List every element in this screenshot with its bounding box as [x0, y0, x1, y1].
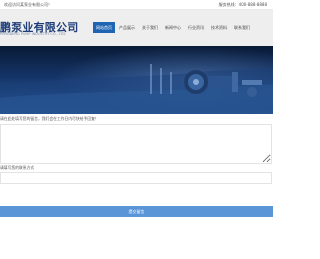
site-header: 鹏泵业有限公司 PENGBENG PUMP INDUSTRY CO., LTD.… [0, 10, 273, 46]
nav-item-products[interactable]: 产品展示 [116, 22, 138, 33]
top-bar: 欢迎访问某泵业有限公司！ 服务热线：400-888-8888 [0, 0, 273, 10]
nav-item-industry[interactable]: 行业资讯 [185, 22, 207, 33]
nav-item-contact[interactable]: 联系我们 [231, 22, 253, 33]
contact-input[interactable] [0, 172, 272, 184]
main-nav: 网站首页 产品展示 关于我们 新闻中心 行业资讯 技术资料 联系我们 [93, 22, 253, 33]
hero-banner [0, 46, 273, 114]
nav-item-home[interactable]: 网站首页 [93, 22, 115, 33]
nav-item-about[interactable]: 关于我们 [139, 22, 161, 33]
contact-label: 请填写您的联系方式 [0, 165, 35, 170]
message-tip: 请在此处填写您的留言，我们会在工作日内尽快给予回复！ [0, 116, 99, 121]
company-subtitle: PENGBENG PUMP INDUSTRY CO., LTD. [0, 32, 67, 36]
nav-item-news[interactable]: 新闻中心 [162, 22, 184, 33]
submit-button[interactable]: 提交留言 [0, 206, 273, 217]
hotline-text: 服务热线：400-888-8888 [218, 2, 267, 7]
welcome-text: 欢迎访问某泵业有限公司！ [4, 2, 52, 7]
banner-graphic [0, 46, 273, 114]
message-textarea[interactable] [0, 124, 272, 164]
nav-item-tech[interactable]: 技术资料 [208, 22, 230, 33]
